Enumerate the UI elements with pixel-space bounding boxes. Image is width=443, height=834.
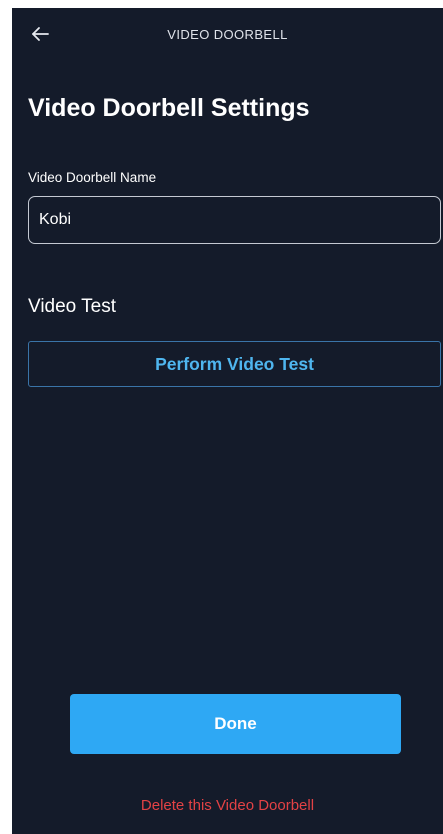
video-test-section-label: Video Test (28, 296, 117, 317)
perform-video-test-button[interactable]: Perform Video Test (28, 341, 441, 387)
page-title: Video Doorbell Settings (28, 94, 310, 122)
settings-screen: VIDEO DOORBELL Video Doorbell Settings V… (12, 8, 443, 834)
doorbell-name-label: Video Doorbell Name (28, 170, 157, 185)
done-button[interactable]: Done (70, 694, 401, 754)
doorbell-name-input[interactable] (28, 196, 441, 244)
delete-doorbell-link[interactable]: Delete this Video Doorbell (12, 797, 443, 814)
app-bar-title: VIDEO DOORBELL (167, 27, 288, 42)
top-app-bar: VIDEO DOORBELL (12, 8, 443, 62)
